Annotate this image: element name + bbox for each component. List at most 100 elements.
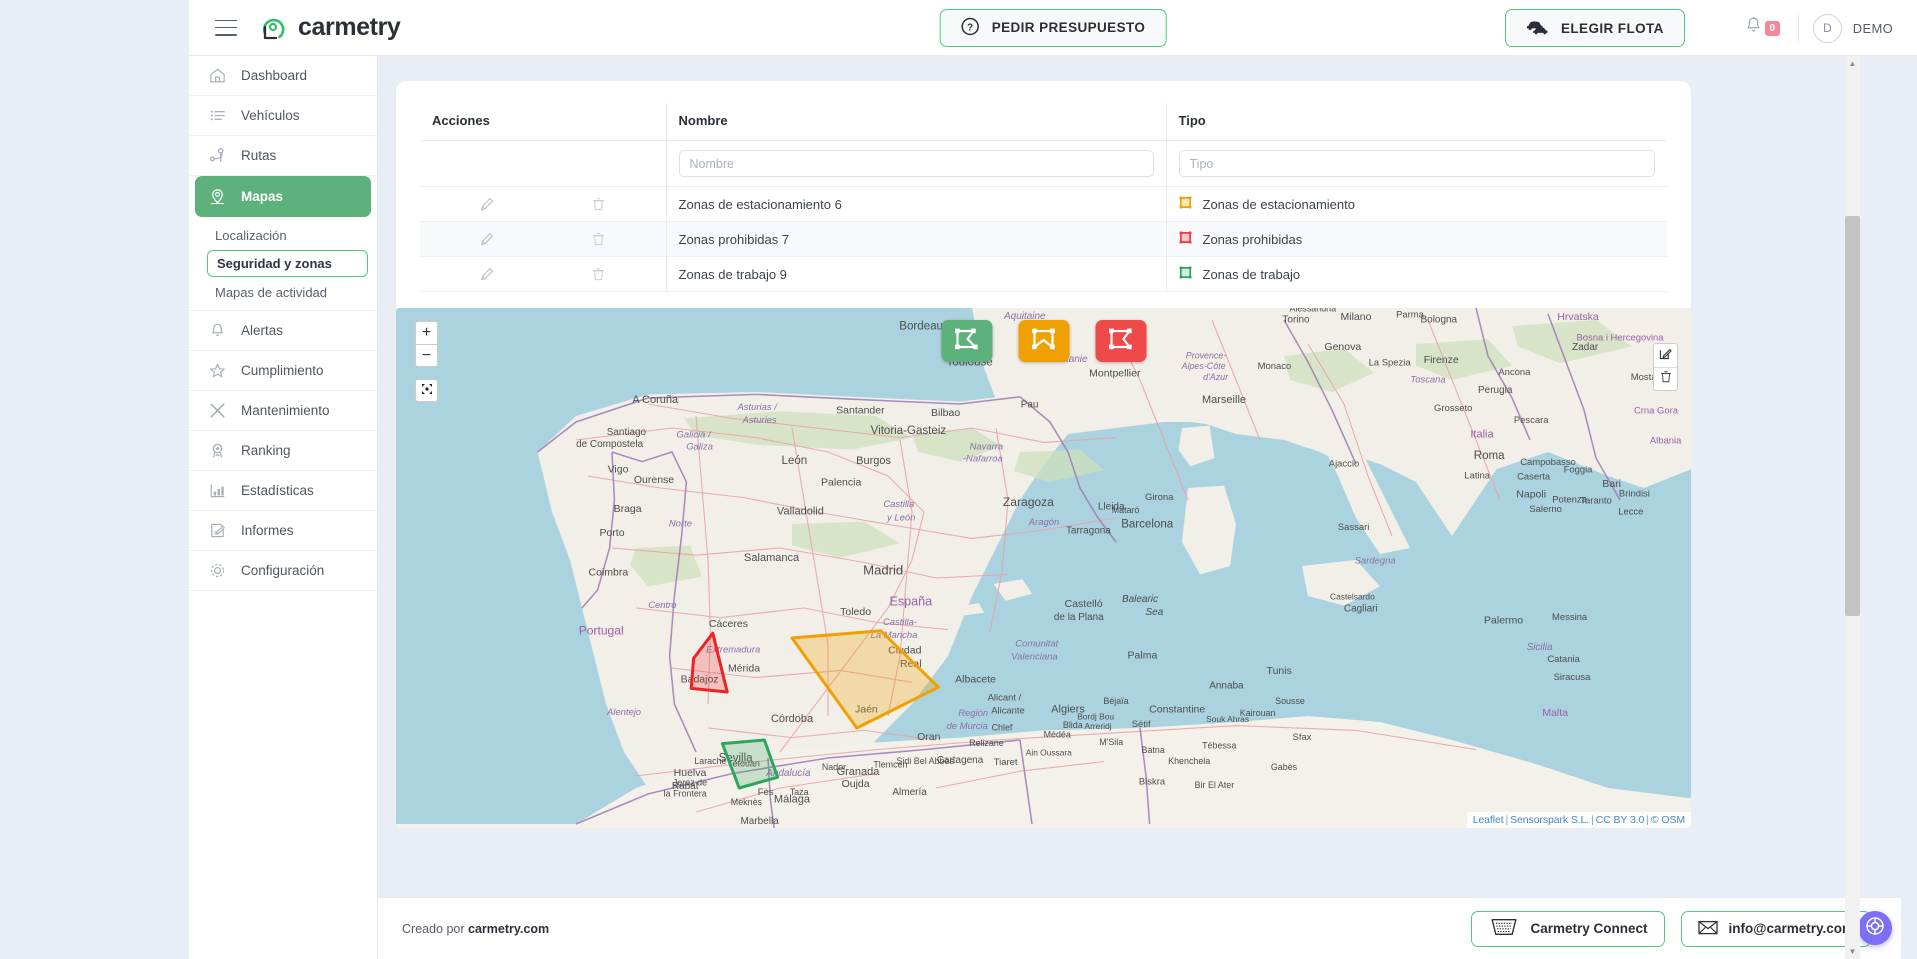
zone-type-swatch-icon [1179, 196, 1192, 212]
edit-pencil-icon[interactable] [432, 267, 543, 281]
user-name[interactable]: DEMO [1853, 21, 1893, 36]
nombre-filter-input[interactable] [678, 150, 1154, 177]
tipo-filter-input[interactable] [1178, 150, 1655, 177]
edit-layers-button[interactable] [1654, 344, 1677, 367]
content-area: Acciones Nombre Tipo Nombre Tipo Zonas d… [378, 56, 1901, 959]
draw-forbidden-zone-button[interactable] [1095, 320, 1146, 362]
sidebar-subitem-mapas-de-actividad[interactable]: Mapas de actividad [189, 278, 377, 306]
draw-work-zone-button[interactable] [941, 320, 992, 362]
sidebar-item-configuracion[interactable]: Configuración [189, 551, 377, 591]
star-icon [207, 360, 228, 381]
delete-trash-icon[interactable] [543, 197, 654, 211]
row-nombre-cell: Zonas de trabajo 9 [666, 256, 1167, 292]
zones-card: Acciones Nombre Tipo Nombre Tipo Zonas d… [396, 81, 1691, 318]
polygon-icon [1108, 327, 1134, 356]
attrib-license[interactable]: CC BY 3.0 [1596, 814, 1645, 826]
sidebar-label-ranking: Ranking [241, 443, 291, 458]
scroll-thumb[interactable] [1845, 216, 1860, 616]
report-icon [207, 520, 228, 541]
sidebar-item-alertas[interactable]: Alertas [189, 311, 377, 351]
sidebar-item-mapas[interactable]: Mapas [195, 176, 371, 217]
footer-credit-prefix: Creado por [402, 921, 465, 936]
sidebar-label-mapas: Mapas [241, 189, 284, 204]
map-zone-zona-prohibida[interactable] [689, 631, 729, 694]
delete-layers-button[interactable] [1654, 367, 1677, 390]
toolbar-divider [1797, 15, 1799, 41]
carmetry-connect-button[interactable]: Carmetry Connect [1470, 910, 1665, 947]
edit-pencil-icon[interactable] [432, 232, 543, 246]
svg-text:?: ? [967, 22, 973, 33]
polygon-icon [954, 327, 980, 356]
top-bar: carmetry ? PEDIR PRESUPUESTO ELEGIR FLOT… [189, 0, 1917, 56]
zone-type-label: Zonas de trabajo [1202, 266, 1301, 282]
sidebar-label-configuracion: Configuración [241, 563, 325, 578]
elegir-flota-button[interactable]: ELEGIR FLOTA [1505, 9, 1685, 47]
row-tipo-cell: Zonas prohibidas [1166, 221, 1667, 257]
row-actions-cell [420, 256, 667, 292]
polygon-icon [1031, 327, 1057, 356]
sidebar: Dashboard Vehículos Rutas Mapas Localiza… [189, 56, 378, 959]
draw-parking-zone-button[interactable] [1018, 320, 1069, 362]
fleet-button-wrap: ELEGIR FLOTA [1505, 9, 1685, 47]
map-zone-zona-trabajo[interactable] [720, 738, 780, 790]
question-circle-icon: ? [961, 17, 980, 39]
row-actions-cell [420, 186, 667, 222]
footer-credit-brand: carmetry.com [468, 921, 550, 936]
sidebar-label-estadisticas: Estadísticas [241, 483, 314, 498]
sidebar-item-ranking[interactable]: Ranking [189, 431, 377, 471]
pedir-presupuesto-button[interactable]: ? PEDIR PRESUPUESTO [939, 8, 1167, 47]
hamburger-icon[interactable] [215, 19, 237, 36]
cars-icon [1526, 19, 1549, 38]
sidebar-item-dashboard[interactable]: Dashboard [189, 56, 377, 96]
sidebar-submenu-mapas: Localización Seguridad y zonas Mapas de … [189, 217, 377, 311]
bell-icon [1745, 16, 1762, 40]
notifications-button[interactable]: 0 [1745, 16, 1780, 40]
avatar[interactable]: D [1812, 13, 1842, 43]
map-zoom-in-button[interactable]: + [415, 321, 438, 344]
support-button[interactable] [1858, 911, 1892, 945]
map-zoom-out-button[interactable]: − [415, 344, 438, 367]
delete-trash-icon[interactable] [543, 232, 654, 246]
sidebar-label-vehiculos: Vehículos [241, 108, 300, 123]
email-button[interactable]: info@carmetry.com [1680, 910, 1871, 947]
leaflet-map[interactable]: Bordeaux Aquitaine A Coruña Asturias / Astur… [396, 308, 1691, 828]
copyright-icon: © [1650, 814, 1659, 826]
map-zone-zona-estacionamiento[interactable] [790, 629, 940, 730]
page-scrollbar[interactable]: ▲ ▼ [1845, 56, 1860, 959]
sidebar-item-informes[interactable]: Informes [189, 511, 377, 551]
filter-cell-tipo [1166, 140, 1667, 187]
tools-icon [207, 400, 228, 421]
attrib-leaflet[interactable]: Leaflet [1473, 814, 1504, 826]
bell-icon [207, 320, 228, 341]
sidebar-item-vehiculos[interactable]: Vehículos [189, 96, 377, 136]
filter-cell-nombre [666, 140, 1167, 187]
footer: Creado por carmetry.com Carmetry Connect [378, 897, 1901, 959]
envelope-icon [1697, 920, 1718, 938]
email-label: info@carmetry.com [1728, 921, 1854, 936]
lifebuoy-icon [1865, 916, 1885, 941]
zone-type-label: Zonas de estacionamiento [1202, 196, 1355, 212]
row-tipo-cell: Zonas de trabajo [1166, 256, 1667, 292]
brand-logo-group[interactable]: carmetry [259, 13, 401, 43]
attrib-osm[interactable]: OSM [1661, 814, 1685, 826]
sidebar-subitem-localizacion[interactable]: Localización [189, 221, 377, 249]
carmetry-logo-icon [259, 13, 289, 43]
attrib-provider[interactable]: Sensorspark S.L. [1510, 814, 1589, 826]
sidebar-label-alertas: Alertas [241, 323, 284, 338]
column-header-tipo: Tipo [1166, 103, 1667, 141]
sidebar-item-rutas[interactable]: Rutas [189, 136, 377, 176]
scroll-up-arrow[interactable]: ▲ [1845, 56, 1860, 71]
map-draw-toolbar [941, 320, 1146, 362]
map-fullscreen-button[interactable] [415, 379, 438, 402]
sidebar-subitem-seguridad-y-zonas[interactable]: Seguridad y zonas [207, 250, 368, 277]
sidebar-item-mantenimiento[interactable]: Mantenimiento [189, 391, 377, 431]
edit-pencil-icon[interactable] [432, 197, 543, 211]
sidebar-sublabel-localizacion: Localización [215, 227, 287, 243]
sidebar-item-cumplimiento[interactable]: Cumplimiento [189, 351, 377, 391]
table-row: Zonas de trabajo 9 Zonas de trabajo [420, 256, 1667, 292]
scroll-down-arrow[interactable]: ▼ [1845, 944, 1860, 959]
sidebar-item-estadisticas[interactable]: Estadísticas [189, 471, 377, 511]
delete-trash-icon[interactable] [543, 267, 654, 281]
edit-square-icon [1659, 347, 1672, 365]
route-icon [207, 145, 228, 166]
